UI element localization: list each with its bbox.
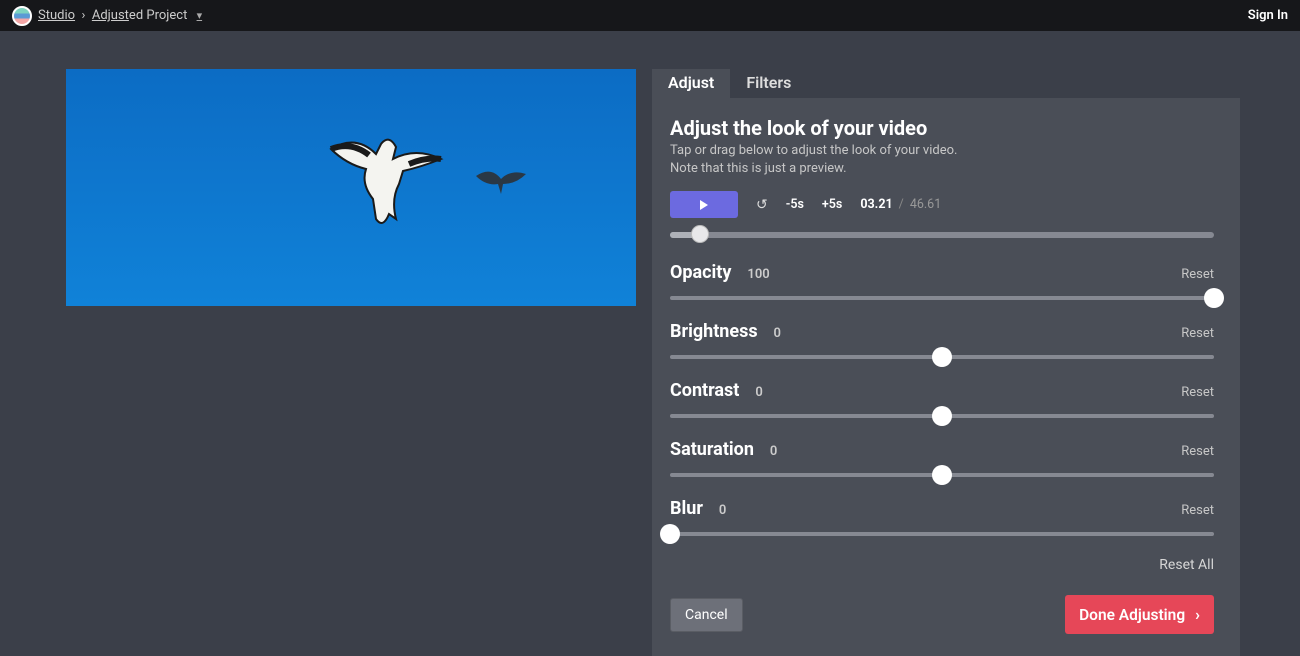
- slider-value: 100: [747, 267, 769, 282]
- play-button[interactable]: [670, 191, 738, 218]
- slider-value: 0: [774, 326, 781, 341]
- logo-icon[interactable]: [12, 6, 32, 26]
- tabs: Adjust Filters: [652, 69, 1240, 98]
- slider-thumb[interactable]: [1204, 288, 1224, 308]
- panel-body: Adjust the look of your video Tap or dra…: [652, 98, 1240, 656]
- time-separator: /: [899, 197, 904, 212]
- slider-track[interactable]: [670, 350, 1214, 364]
- breadcrumb-adjust[interactable]: Adjust: [92, 8, 129, 23]
- slider-reset-link[interactable]: Reset: [1181, 326, 1214, 341]
- slider-reset-link[interactable]: Reset: [1181, 503, 1214, 518]
- slider-reset-link[interactable]: Reset: [1181, 267, 1214, 282]
- slider-brightness: Brightness 0 Reset: [670, 321, 1214, 364]
- footer-row: Cancel Done Adjusting ›: [670, 595, 1214, 634]
- timeline-thumb[interactable]: [691, 225, 709, 243]
- slider-track[interactable]: [670, 409, 1214, 423]
- done-adjusting-button[interactable]: Done Adjusting ›: [1065, 595, 1214, 634]
- slider-value: 0: [719, 503, 726, 518]
- timeline-slider[interactable]: [670, 228, 1214, 240]
- panel-title: Adjust the look of your video: [670, 116, 1214, 140]
- slider-label: Blur: [670, 498, 703, 519]
- playback-controls: ↺ -5s +5s 03.21 / 46.61: [670, 191, 1214, 218]
- timeline-track: [670, 232, 1214, 238]
- tab-filters[interactable]: Filters: [730, 69, 807, 98]
- slider-opacity: Opacity 100 Reset: [670, 262, 1214, 305]
- bird-graphic-1: [321, 129, 451, 239]
- time-current: 03.21: [860, 197, 892, 212]
- breadcrumb[interactable]: Studio › Adjusted Project ▾: [38, 8, 202, 23]
- slider-label: Brightness: [670, 321, 758, 342]
- slider-label: Saturation: [670, 439, 754, 460]
- panel-subtitle: Tap or drag below to adjust the look of …: [670, 142, 1214, 177]
- skip-back-button[interactable]: -5s: [786, 197, 804, 212]
- cancel-button[interactable]: Cancel: [670, 598, 743, 632]
- project-suffix: ed Project: [129, 8, 187, 23]
- bird-graphic-2: [471, 164, 531, 199]
- time-total: 46.61: [910, 197, 941, 212]
- slider-reset-link[interactable]: Reset: [1181, 385, 1214, 400]
- slider-saturation: Saturation 0 Reset: [670, 439, 1214, 482]
- sign-in-link[interactable]: Sign In: [1248, 8, 1288, 23]
- slider-value: 0: [755, 385, 762, 400]
- adjust-panel: Adjust Filters Adjust the look of your v…: [652, 69, 1240, 656]
- tab-adjust[interactable]: Adjust: [652, 69, 730, 98]
- slider-track[interactable]: [670, 291, 1214, 305]
- slider-track[interactable]: [670, 468, 1214, 482]
- video-preview[interactable]: [66, 69, 636, 306]
- slider-label: Opacity: [670, 262, 731, 283]
- slider-track[interactable]: [670, 527, 1214, 541]
- slider-thumb[interactable]: [932, 406, 952, 426]
- slider-thumb[interactable]: [660, 524, 680, 544]
- main: Adjust Filters Adjust the look of your v…: [0, 31, 1300, 656]
- done-label: Done Adjusting: [1079, 606, 1185, 624]
- topbar-left: Studio › Adjusted Project ▾: [12, 6, 202, 26]
- breadcrumb-studio[interactable]: Studio: [38, 8, 75, 23]
- slider-thumb[interactable]: [932, 347, 952, 367]
- rewind-icon[interactable]: ↺: [756, 197, 768, 213]
- topbar: Studio › Adjusted Project ▾ Sign In: [0, 0, 1300, 31]
- slider-contrast: Contrast 0 Reset: [670, 380, 1214, 423]
- reset-all-link[interactable]: Reset All: [670, 557, 1214, 573]
- slider-thumb[interactable]: [932, 465, 952, 485]
- chevron-right-icon: ›: [1195, 605, 1200, 624]
- slider-label: Contrast: [670, 380, 739, 401]
- slider-blur: Blur 0 Reset: [670, 498, 1214, 541]
- play-icon: [700, 200, 708, 210]
- slider-value: 0: [770, 444, 777, 459]
- chevron-down-icon[interactable]: ▾: [197, 9, 203, 22]
- skip-forward-button[interactable]: +5s: [822, 197, 842, 212]
- slider-reset-link[interactable]: Reset: [1181, 444, 1214, 459]
